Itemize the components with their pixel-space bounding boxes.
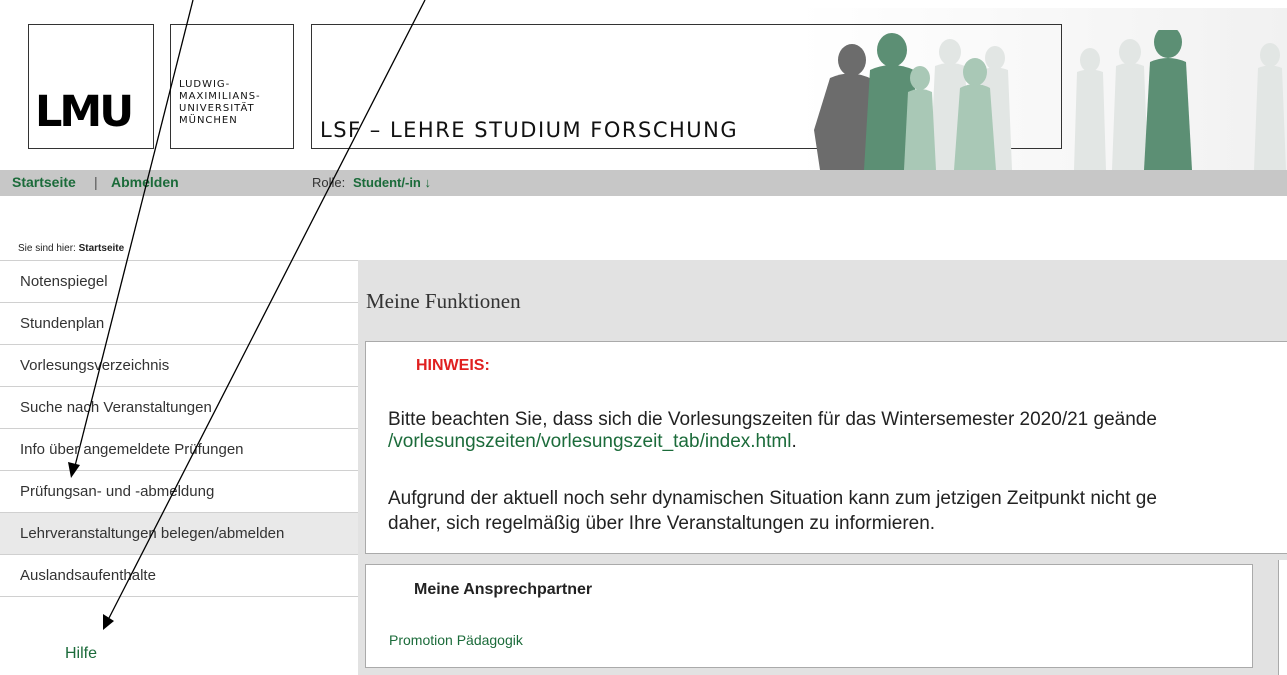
sidebar-menu: Notenspiegel Stundenplan Vorlesungsverze… [0, 260, 358, 675]
nav-logout-link[interactable]: Abmelden [111, 174, 179, 190]
sidebar-item-auslandsaufenthalte[interactable]: Auslandsaufenthalte [0, 555, 358, 597]
site-header: LMU LUDWIG- MAXIMILIANS- UNIVERSITÄT MÜN… [0, 0, 1287, 170]
role-selector[interactable]: Student/-in ↓ [353, 175, 431, 190]
help-link[interactable]: Hilfe [65, 645, 97, 663]
notice-box: HINWEIS: Bitte beachten Sie, dass sich d… [365, 341, 1287, 554]
university-name-box: LUDWIG- MAXIMILIANS- UNIVERSITÄT MÜNCHEN [170, 24, 294, 149]
top-nav-bar: Startseite | Abmelden Rolle: Student/-in… [0, 170, 1287, 196]
role-label: Rolle: [312, 175, 346, 190]
sidebar-item-pruefungsanmeldung[interactable]: Prüfungsan- und -abmeldung [0, 471, 358, 513]
notice-paragraph-1: Bitte beachten Sie, dass sich die Vorles… [388, 409, 1157, 453]
contact-link-promotion[interactable]: Promotion Pädagogik [389, 632, 523, 648]
notice-line-3: Aufgrund der aktuell noch sehr dynamisch… [388, 488, 1157, 509]
university-name: LUDWIG- MAXIMILIANS- UNIVERSITÄT MÜNCHEN [179, 79, 261, 126]
nav-separator: | [94, 174, 98, 190]
sidebar-item-notenspiegel[interactable]: Notenspiegel [0, 261, 358, 303]
nav-start-link[interactable]: Startseite [12, 174, 76, 190]
breadcrumb-prefix: Sie sind hier: [18, 243, 76, 254]
right-panel-edge [1278, 560, 1287, 675]
notice-label: HINWEIS: [416, 357, 490, 374]
contacts-title: Meine Ansprechpartner [414, 581, 593, 598]
notice-line-4: daher, sich regelmäßig über Ihre Veranst… [388, 513, 936, 534]
contacts-box: Meine Ansprechpartner Promotion Pädagogi… [365, 564, 1253, 668]
breadcrumb: Sie sind hier: Startseite [18, 243, 124, 254]
sidebar-item-vorlesungsverzeichnis[interactable]: Vorlesungsverzeichnis [0, 345, 358, 387]
notice-link-period: . [791, 431, 797, 452]
breadcrumb-current[interactable]: Startseite [79, 243, 125, 254]
notice-line-1: Bitte beachten Sie, dass sich die Vorles… [388, 409, 1157, 430]
notice-link[interactable]: /vorlesungszeiten/vorlesungszeit_tab/ind… [388, 431, 791, 452]
notice-paragraph-2: Aufgrund der aktuell noch sehr dynamisch… [388, 486, 1157, 536]
sidebar-item-suche-veranstaltungen[interactable]: Suche nach Veranstaltungen [0, 387, 358, 429]
page-title: Meine Funktionen [366, 289, 521, 313]
sidebar-item-info-pruefungen[interactable]: Info über angemeldete Prüfungen [0, 429, 358, 471]
sidebar-item-stundenplan[interactable]: Stundenplan [0, 303, 358, 345]
lmu-logo-mark: LMU [35, 87, 134, 137]
site-title: LSF – LEHRE STUDIUM FORSCHUNG [320, 118, 739, 142]
main-content: Meine Funktionen HINWEIS: Bitte beachten… [358, 260, 1287, 675]
people-silhouettes-image [814, 30, 1286, 170]
lmu-logo[interactable]: LMU [28, 24, 154, 149]
sidebar-item-lehrveranstaltungen[interactable]: Lehrveranstaltungen belegen/abmelden [0, 513, 358, 555]
